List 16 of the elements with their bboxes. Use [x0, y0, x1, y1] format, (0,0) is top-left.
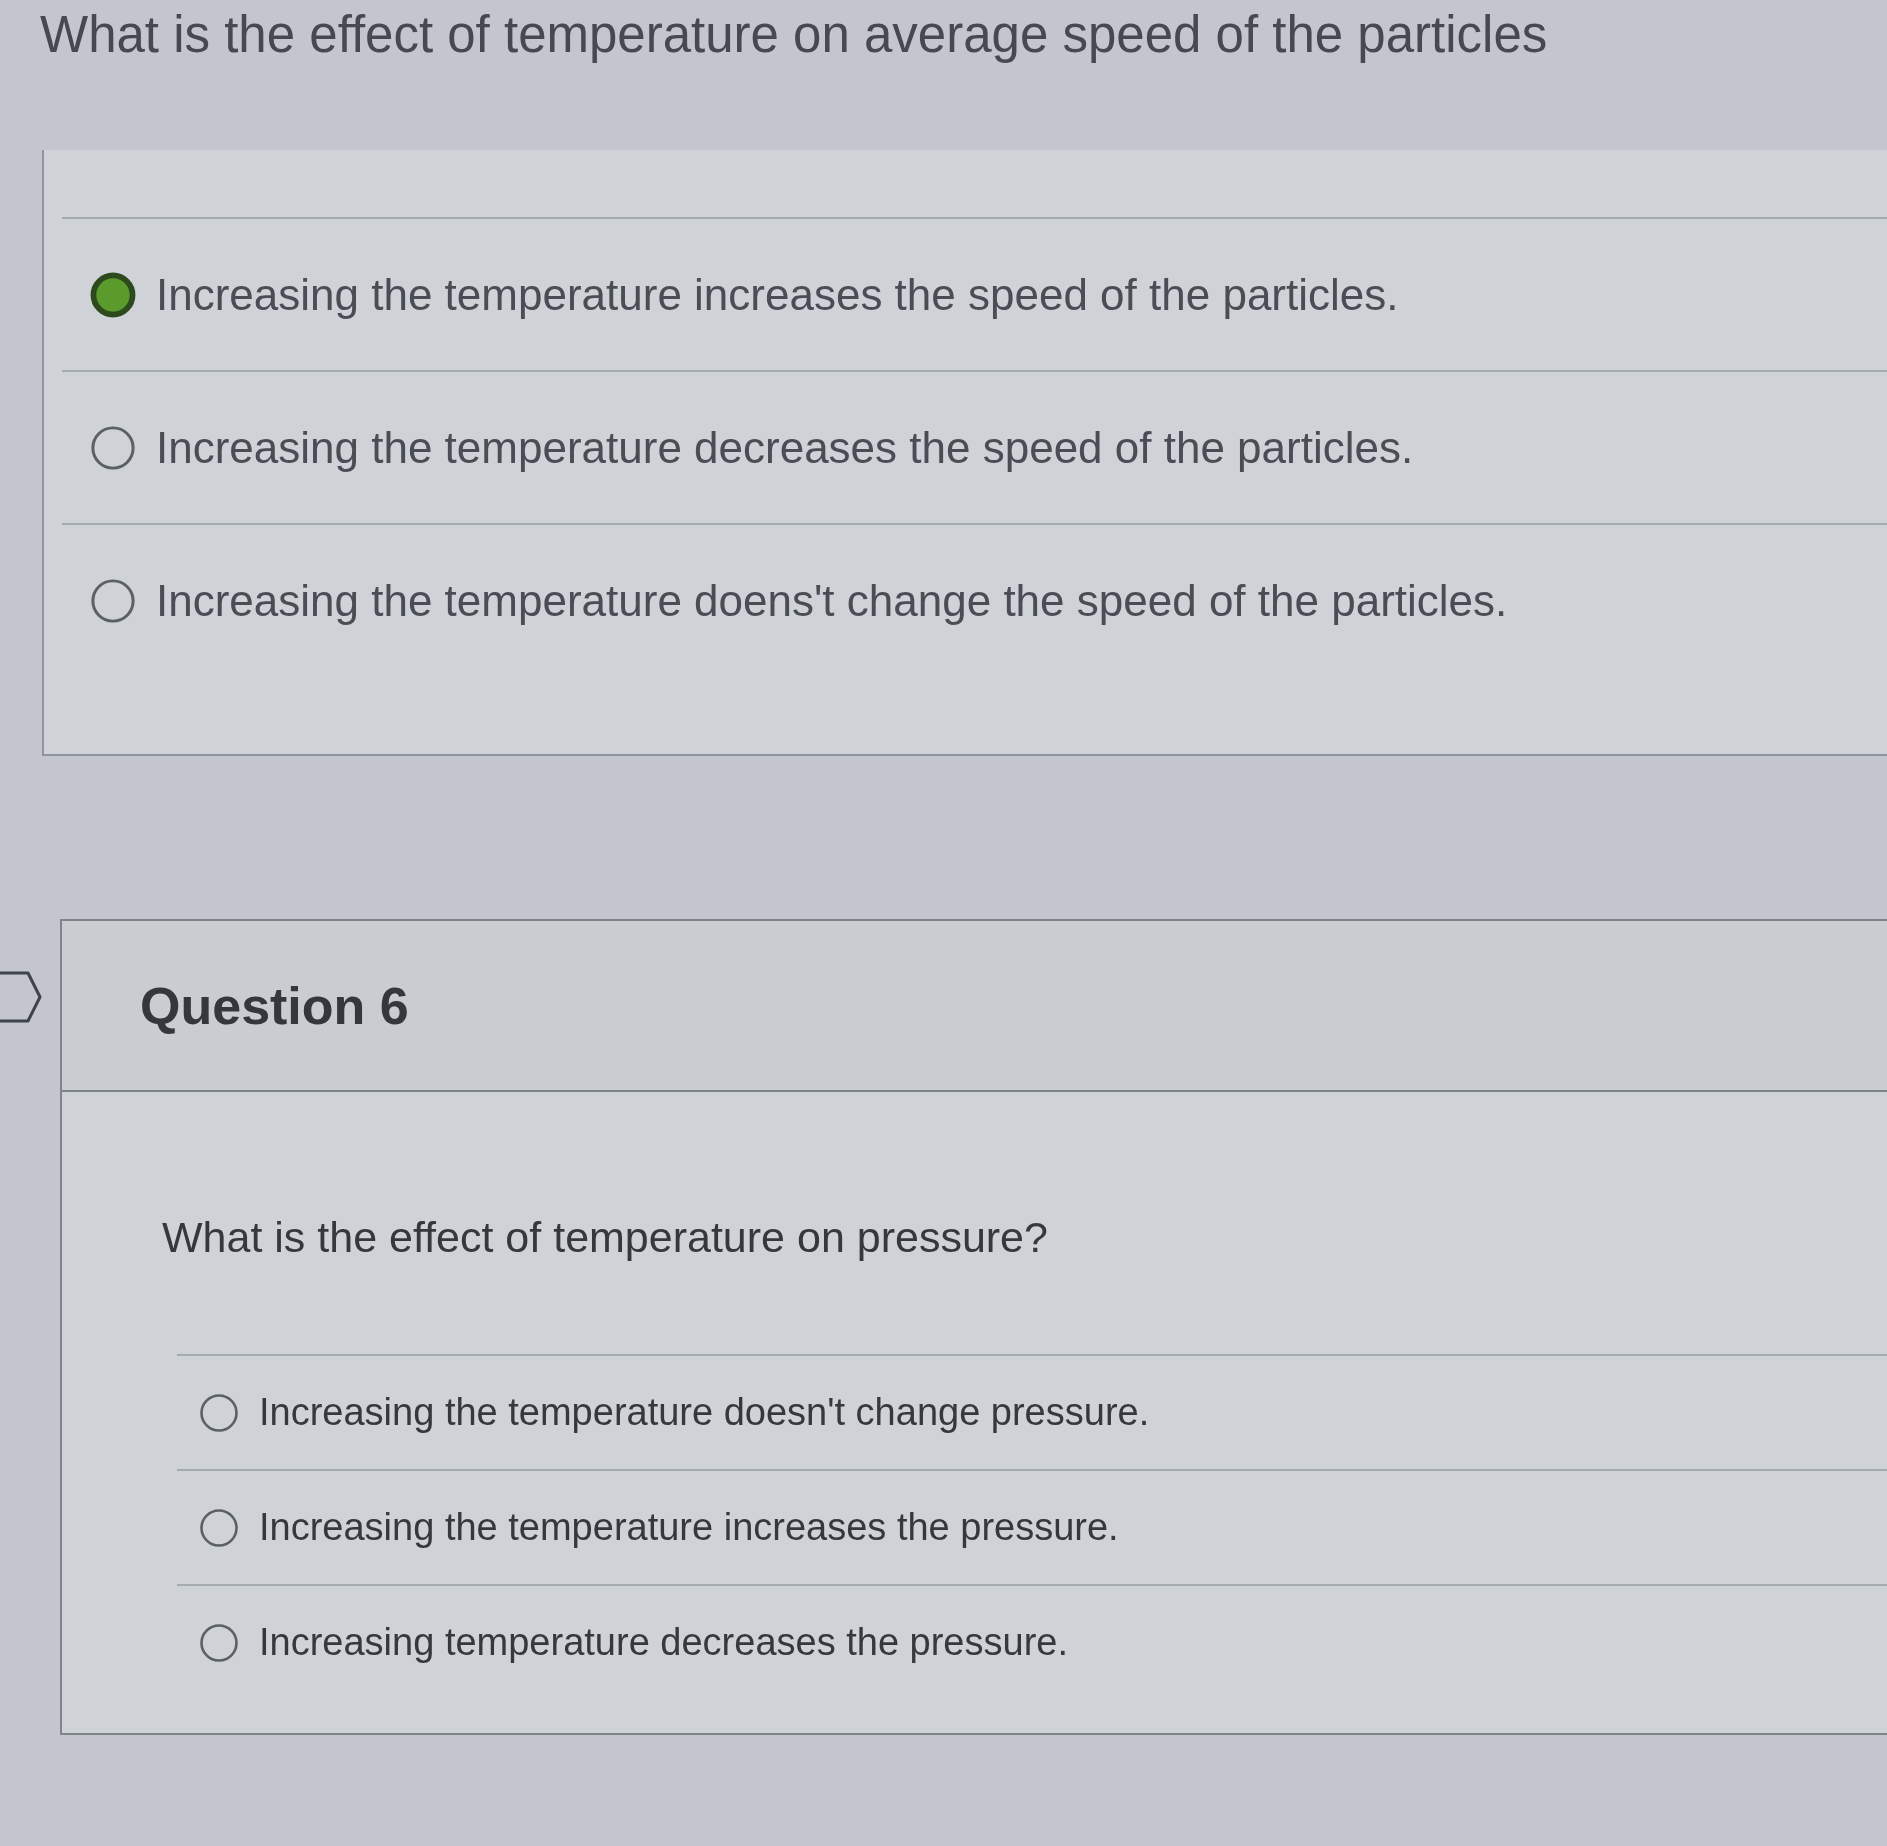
answer-option-text[interactable]: Increasing the temperature decreases the speed of the particles. [156, 422, 1414, 473]
radio-button[interactable] [199, 1622, 239, 1663]
answer-option-text[interactable]: Increasing the temperature increases the speed of the particles. [156, 269, 1399, 320]
answer-option-text[interactable]: Increasing the temperature increases the pressure. [259, 1506, 1119, 1549]
radio-button[interactable] [199, 1392, 239, 1433]
answer-option-text[interactable]: Increasing the temperature doesn't change pressure. [259, 1391, 1150, 1434]
flag-icon[interactable] [0, 970, 42, 1024]
radio-button[interactable] [90, 577, 136, 624]
answer-option-text[interactable]: Increasing temperature decreases the pressure. [259, 1621, 1068, 1664]
selected-radio-button[interactable] [90, 271, 136, 318]
radio-button[interactable] [90, 424, 136, 471]
radio-button[interactable] [199, 1507, 239, 1548]
answer-option-text[interactable]: Increasing the temperature doens't change the speed of the particles. [156, 575, 1508, 626]
question-prompt: What is the effect of temperature on pressure? [162, 1212, 1048, 1262]
question-prompt: What is the effect of temperature on average speed of the particles [40, 5, 1548, 65]
question-title: Question 6 [140, 975, 409, 1036]
